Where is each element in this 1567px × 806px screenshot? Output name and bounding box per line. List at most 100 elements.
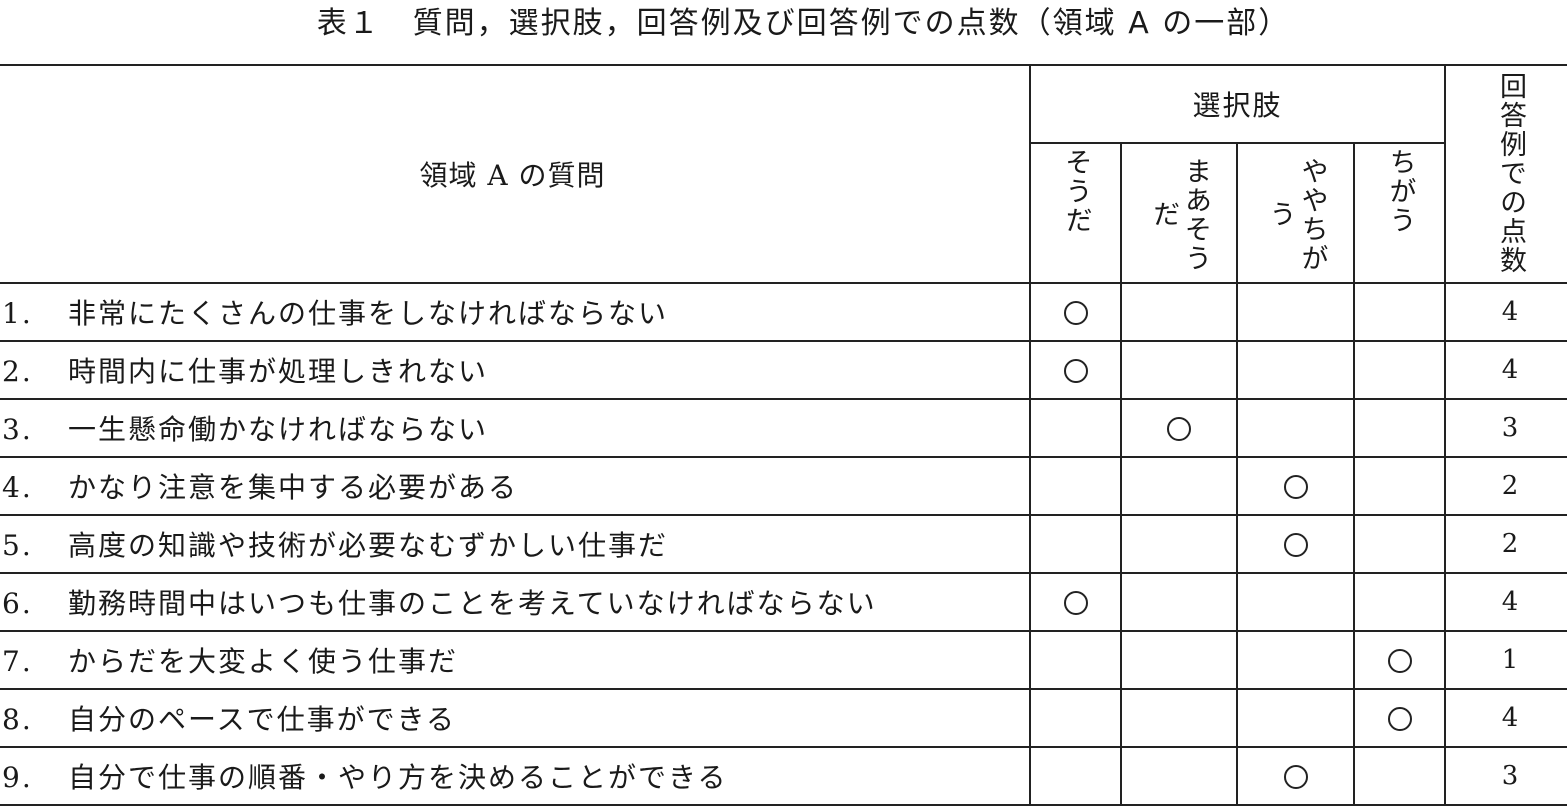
choice-cell xyxy=(1120,630,1238,690)
question-cell: 6. 勤務時間中はいつも仕事のことを考えていなければならない xyxy=(0,572,1031,632)
choice-cell xyxy=(1120,398,1238,458)
choice-label: そうだ xyxy=(1060,147,1092,235)
question-text: 自分のペースで仕事ができる xyxy=(68,703,457,736)
table-caption: 表１ 質問，選択肢，回答例及び回答例での点数（領域 A の一部） xyxy=(316,6,1291,41)
choice-cell xyxy=(1120,456,1238,516)
table-row: 2. 時間内に仕事が処理しきれない 4 xyxy=(0,340,1567,400)
question-cell: 8. 自分のペースで仕事ができる xyxy=(0,688,1031,748)
choice-cell xyxy=(1352,282,1447,342)
score-cell: 3 xyxy=(1444,398,1567,458)
selected-circle-mark xyxy=(1283,764,1308,789)
choice-cell xyxy=(1120,746,1238,806)
choice-header-yaya-chigau: ややちがう xyxy=(1236,141,1355,285)
choice-cell xyxy=(1029,572,1122,632)
choice-cell xyxy=(1352,572,1447,632)
table-row: 3. 一生懸命働かなければならない 3 xyxy=(0,398,1567,458)
question-number: 2. xyxy=(2,355,33,388)
question-cell: 5. 高度の知識や技術が必要なむずかしい仕事だ xyxy=(0,514,1031,574)
selected-circle-mark xyxy=(1283,532,1308,557)
score-cell: 2 xyxy=(1444,456,1567,516)
score-cell: 4 xyxy=(1444,340,1567,400)
choice-cell xyxy=(1352,630,1447,690)
selected-circle-mark xyxy=(1283,474,1308,499)
choice-cell xyxy=(1120,572,1238,632)
choice-cell xyxy=(1236,746,1355,806)
question-cell: 2. 時間内に仕事が処理しきれない xyxy=(0,340,1031,400)
question-number: 6. xyxy=(2,587,33,620)
question-number: 4. xyxy=(2,471,33,504)
question-number: 1. xyxy=(2,297,33,330)
question-number: 9. xyxy=(2,761,33,794)
choice-cell xyxy=(1352,456,1447,516)
choice-cell xyxy=(1236,514,1355,574)
choice-cell xyxy=(1236,572,1355,632)
table-row: 9. 自分で仕事の順番・やり方を決めることができる 3 xyxy=(0,746,1567,806)
choice-label: ちがう xyxy=(1384,147,1416,235)
choice-cell xyxy=(1029,282,1122,342)
choice-cell xyxy=(1029,340,1122,400)
selected-circle-mark xyxy=(1063,358,1088,383)
question-cell: 3. 一生懸命働かなければならない xyxy=(0,398,1031,458)
question-number: 8. xyxy=(2,703,33,736)
choice-cell xyxy=(1029,630,1122,690)
choice-cell xyxy=(1352,514,1447,574)
choice-label: ややちがう xyxy=(1264,156,1328,273)
score-cell: 2 xyxy=(1444,514,1567,574)
score-cell: 4 xyxy=(1444,688,1567,748)
choice-cell xyxy=(1352,340,1447,400)
question-cell: 7. からだを大変よく使う仕事だ xyxy=(0,630,1031,690)
choice-cell xyxy=(1352,398,1447,458)
choice-cell xyxy=(1236,340,1355,400)
choice-cell xyxy=(1029,398,1122,458)
choice-cell xyxy=(1352,688,1447,748)
table-row: 6. 勤務時間中はいつも仕事のことを考えていなければならない 4 xyxy=(0,572,1567,632)
questionnaire-table: 領域 A の質問 選択肢 回答例での点数 そうだ まあそうだ ややちがう ちがう… xyxy=(0,64,1567,806)
score-cell: 1 xyxy=(1444,630,1567,690)
choice-cell xyxy=(1352,746,1447,806)
score-cell: 4 xyxy=(1444,282,1567,342)
choice-cell xyxy=(1120,514,1238,574)
selected-circle-mark xyxy=(1167,416,1191,441)
table-row: 7. からだを大変よく使う仕事だ 1 xyxy=(0,630,1567,690)
choice-cell xyxy=(1236,282,1355,342)
choice-cell xyxy=(1236,630,1355,690)
question-cell: 4. かなり注意を集中する必要がある xyxy=(0,456,1031,516)
choice-cell xyxy=(1236,456,1355,516)
table-row: 4. かなり注意を集中する必要がある 2 xyxy=(0,456,1567,516)
question-column-header: 領域 A の質問 xyxy=(0,64,1031,284)
choice-header-maa-sou-da: まあそうだ xyxy=(1120,141,1238,285)
choice-cell xyxy=(1236,398,1355,458)
choice-cell xyxy=(1029,514,1122,574)
question-rows: 1. 非常にたくさんの仕事をしなければならない 4 2. 時間内に仕事が処理しきれない 4… xyxy=(0,282,1567,806)
question-text: 高度の知識や技術が必要なむずかしい仕事だ xyxy=(68,529,669,562)
question-text: 時間内に仕事が処理しきれない xyxy=(68,355,489,388)
score-column-header: 回答例での点数 xyxy=(1444,64,1567,284)
choice-cell xyxy=(1029,746,1122,806)
question-text: 非常にたくさんの仕事をしなければならない xyxy=(68,297,669,330)
table-row: 5. 高度の知識や技術が必要なむずかしい仕事だ 2 xyxy=(0,514,1567,574)
choice-cell xyxy=(1029,688,1122,748)
choice-header-sou-da: そうだ xyxy=(1029,141,1122,285)
choice-cell xyxy=(1236,688,1355,748)
choice-label: まあそうだ xyxy=(1148,156,1211,273)
selected-circle-mark xyxy=(1063,300,1088,325)
question-text: 勤務時間中はいつも仕事のことを考えていなければならない xyxy=(68,587,877,620)
score-cell: 3 xyxy=(1444,746,1567,806)
question-cell: 1. 非常にたくさんの仕事をしなければならない xyxy=(0,282,1031,342)
question-text: 自分で仕事の順番・やり方を決めることができる xyxy=(68,761,728,794)
score-cell: 4 xyxy=(1444,572,1567,632)
choice-cell xyxy=(1120,282,1238,342)
table-row: 8. 自分のペースで仕事ができる 4 xyxy=(0,688,1567,748)
selected-circle-mark xyxy=(1387,706,1412,731)
question-text: かなり注意を集中する必要がある xyxy=(68,471,519,504)
question-number: 7. xyxy=(2,645,33,678)
choice-header-chigau: ちがう xyxy=(1352,141,1447,285)
choice-cell xyxy=(1120,340,1238,400)
question-text: からだを大変よく使う仕事だ xyxy=(68,645,459,678)
question-number: 3. xyxy=(2,413,33,446)
selected-circle-mark xyxy=(1387,648,1412,673)
table-row: 1. 非常にたくさんの仕事をしなければならない 4 xyxy=(0,282,1567,342)
question-cell: 9. 自分で仕事の順番・やり方を決めることができる xyxy=(0,746,1031,806)
score-column-label: 回答例での点数 xyxy=(1495,72,1527,275)
choice-cell xyxy=(1120,688,1238,748)
